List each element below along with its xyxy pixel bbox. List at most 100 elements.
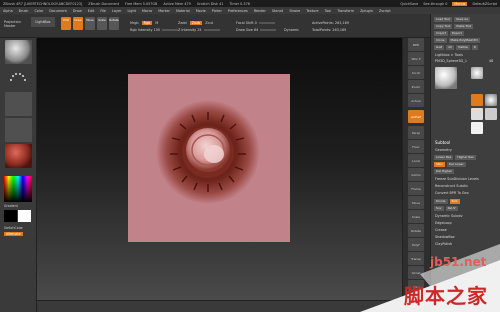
save-as-button[interactable]: Save As (453, 17, 470, 22)
menu-texture[interactable]: Texture (306, 9, 318, 13)
menu-render[interactable]: Render (254, 9, 266, 13)
make-polymesh-button[interactable]: Make PolyMesh3D (448, 38, 480, 43)
paste-tool-button[interactable]: Paste Tool (454, 24, 474, 29)
dynamic-subdiv-header[interactable]: Dynamic Subdiv (435, 214, 463, 218)
bpr-button[interactable]: BPR (408, 38, 424, 51)
menu-document[interactable]: Document (49, 9, 67, 13)
sdiv-slider[interactable]: SDiv (434, 162, 445, 167)
ghost-button[interactable]: Ghost (408, 266, 424, 279)
clone-button[interactable]: Clone (434, 38, 447, 43)
scale-button[interactable]: Scale (97, 17, 107, 30)
dynamic-toggle[interactable]: Dynamic (284, 28, 299, 32)
menus-button[interactable]: Menus (452, 1, 468, 6)
zcut-button[interactable]: Zcut (205, 21, 213, 25)
load-tool-button[interactable]: Load Tool (434, 17, 452, 22)
goz-button[interactable]: GoZ (434, 45, 445, 50)
main-color-swatch[interactable] (4, 210, 17, 222)
see-through-slider[interactable]: See-through 0 (423, 2, 447, 6)
edit-button[interactable]: Edit (61, 17, 71, 30)
copy-tool-button[interactable]: Copy Tool (434, 24, 453, 29)
del-higher-button[interactable]: Del Higher (434, 169, 454, 174)
lightbox-tools-link[interactable]: Lightbox > Tools (435, 53, 463, 57)
rotate-view-button[interactable]: Rotate (408, 224, 424, 237)
spix-button[interactable]: SPix 3 (408, 52, 424, 65)
default-zscript-button[interactable]: DefaultZScript (472, 2, 497, 6)
menu-file[interactable]: File (100, 9, 106, 13)
secondary-color-swatch[interactable] (18, 210, 31, 222)
reconstruct-subdiv-button[interactable]: Reconstruct Subdiv (435, 184, 468, 188)
menu-zscript[interactable]: Zscript (379, 9, 391, 13)
focal-shift-slider[interactable]: Focal Shift 0 (236, 21, 275, 25)
polyf-button[interactable]: PolyF (408, 238, 424, 251)
lower-res-button[interactable]: Lower Res (434, 155, 454, 160)
frame-button[interactable]: Frame (408, 182, 424, 195)
actual-button[interactable]: Actual (408, 94, 424, 107)
menu-stroke[interactable]: Stroke (289, 9, 300, 13)
menu-tool[interactable]: Tool (325, 9, 332, 13)
scroll-button[interactable]: Scroll (408, 66, 424, 79)
floor-button[interactable]: Floor (408, 140, 424, 153)
move-button[interactable]: Move (85, 17, 95, 30)
zsub-button[interactable]: Zsub (189, 21, 203, 25)
subtool-header[interactable]: Subtool (435, 140, 450, 145)
smt-toggle[interactable]: Smt (449, 199, 460, 204)
rgb-button[interactable]: Rgb (141, 21, 153, 25)
texture-thumbnail[interactable] (5, 118, 32, 142)
plane-tool-icon[interactable] (471, 122, 483, 134)
edge-loop-header[interactable]: EdgeLoop (435, 221, 452, 225)
menu-edit[interactable]: Edit (88, 9, 95, 13)
freeze-subdiv-button[interactable]: Freeze SubDivision Levels (435, 177, 479, 181)
color-picker[interactable] (4, 176, 32, 202)
current-tool-thumbnail[interactable] (435, 67, 457, 89)
reuv-toggle[interactable]: ReUV (445, 206, 458, 211)
simple-brush-icon[interactable] (471, 94, 483, 106)
convert-bpr-button[interactable]: Convert BPR To Geo (435, 191, 469, 195)
higher-res-button[interactable]: Higher Res (455, 155, 476, 160)
menu-transform[interactable]: Transform (337, 9, 354, 13)
current-tool-name[interactable]: PM3D_Sphere3D_1 (435, 59, 467, 63)
lightbox-button[interactable]: LightBox (31, 17, 55, 27)
draw-size-slider[interactable]: Draw Size 64 (236, 28, 277, 32)
r-button[interactable]: R (471, 45, 478, 50)
divide-button[interactable]: Divide (434, 199, 448, 204)
mrgb-button[interactable]: Mrgb (130, 21, 139, 25)
gradient-label[interactable]: Gradient (4, 204, 18, 208)
persp-button[interactable]: Persp (408, 126, 424, 139)
cube-tool-icon[interactable] (471, 108, 483, 120)
switch-color-button[interactable]: SwitchColor (4, 226, 23, 230)
alpha-thumbnail[interactable] (5, 92, 32, 116)
polymesh-tool-icon[interactable] (485, 108, 497, 120)
move-view-button[interactable]: Move (408, 196, 424, 209)
brush-thumbnail[interactable] (5, 40, 32, 64)
canvas-document[interactable] (128, 74, 290, 242)
visible-button[interactable]: Visible (455, 45, 470, 50)
rotate-button[interactable]: Rotate (109, 17, 119, 30)
menu-stencil[interactable]: Stencil (272, 9, 283, 13)
sphere3d-icon[interactable] (485, 94, 497, 106)
menu-marker[interactable]: Marker (158, 9, 170, 13)
alternate-button[interactable]: Alternate (4, 232, 23, 236)
menu-layer[interactable]: Layer (112, 9, 121, 13)
menu-draw[interactable]: Draw (73, 9, 82, 13)
material-thumbnail[interactable] (5, 144, 32, 168)
all-button[interactable]: All (446, 45, 454, 50)
m-button[interactable]: M (155, 21, 158, 25)
draw-button[interactable]: Draw (73, 17, 83, 30)
menu-picker[interactable]: Picker (212, 9, 222, 13)
claypolish-header[interactable]: ClayPolish (435, 242, 452, 246)
crease-header[interactable]: Crease (435, 228, 447, 232)
zadd-button[interactable]: Zadd (178, 21, 187, 25)
import-button[interactable]: Import (434, 31, 448, 36)
menu-macro[interactable]: Macro (142, 9, 152, 13)
z-intensity-slider[interactable]: Z Intensity 25 (178, 28, 220, 32)
shadowbox-header[interactable]: ShadowBox (435, 235, 455, 239)
zoom-button[interactable]: Zoom (408, 80, 424, 93)
rgb-intensity-slider[interactable]: Rgb Intensity 100 (130, 28, 179, 32)
gizmo-button[interactable]: Gizmo (408, 168, 424, 181)
stroke-thumbnail[interactable] (5, 66, 32, 90)
menu-color[interactable]: Color (34, 9, 43, 13)
menu-movie[interactable]: Movie (196, 9, 206, 13)
menu-material[interactable]: Material (176, 9, 190, 13)
menu-alpha[interactable]: Alpha (3, 9, 13, 13)
geometry-header[interactable]: Geometry (435, 148, 452, 152)
